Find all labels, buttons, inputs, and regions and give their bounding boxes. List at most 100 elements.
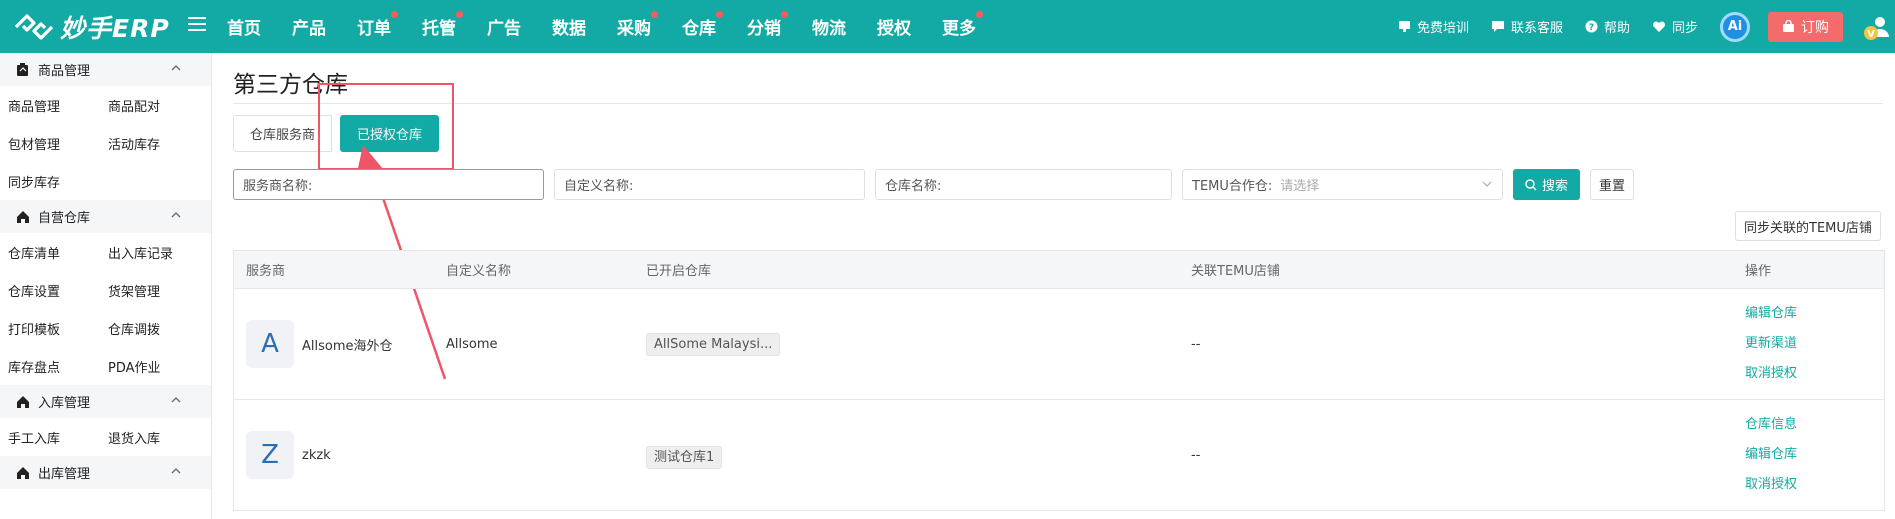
notification-dot (781, 11, 788, 18)
column-header-temu-store[interactable]: 关联TEMU店铺 (1191, 260, 1280, 279)
nav-item-purchase[interactable]: 采购 (617, 11, 658, 39)
column-header-custom-name[interactable]: 自定义名称 (446, 260, 511, 279)
nav-item-authorization[interactable]: 授权 (877, 14, 911, 39)
temu-warehouse-select[interactable]: TEMU合作仓: 请选择 (1182, 169, 1503, 200)
column-header-provider[interactable]: 服务商 (246, 260, 285, 279)
top-navbar: 妙手ERP 首页 产品 订单 托管 广告 数据 采购 仓库 分销 物流 授权 更… (0, 0, 1895, 53)
free-training-link[interactable]: 免费培训 (1398, 17, 1469, 36)
sidebar-item-manual-inbound[interactable]: 手工入库 (0, 428, 100, 447)
provider-name-input[interactable]: 服务商名称: (233, 169, 544, 200)
custom-name-cell: Allsome (446, 336, 498, 352)
nav-item-logistics[interactable]: 物流 (812, 14, 846, 39)
help-icon: ? (1585, 20, 1598, 33)
nav-item-warehouse[interactable]: 仓库 (682, 11, 723, 39)
chevron-down-icon (1482, 181, 1492, 187)
ai-assistant-button[interactable]: Ai (1720, 11, 1750, 42)
menu-toggle-icon[interactable] (188, 17, 206, 33)
column-header-actions: 操作 (1745, 264, 1772, 279)
provider-avatar: Z (246, 431, 294, 479)
notification-dot (651, 11, 658, 18)
sidebar-item-return-inbound[interactable]: 退货入库 (100, 428, 200, 447)
notification-dot (391, 11, 398, 18)
temu-store-cell: -- (1191, 336, 1201, 352)
chevron-up-icon (171, 212, 181, 218)
nav-item-hosting[interactable]: 托管 (422, 11, 463, 39)
logo-mark-icon (12, 10, 56, 44)
enabled-warehouse-cell: 测试仓库1 (646, 445, 723, 469)
edit-warehouse-link[interactable]: 编辑仓库 (1745, 440, 1797, 470)
notification-dot (976, 11, 983, 18)
sidebar-item-product-pairing[interactable]: 商品配对 (100, 96, 200, 115)
sidebar-item-stocktaking[interactable]: 库存盘点 (0, 357, 100, 376)
chevron-up-icon (171, 65, 181, 71)
provider-avatar: A (246, 320, 294, 368)
edit-warehouse-link[interactable]: 编辑仓库 (1745, 299, 1797, 329)
provider-name: zkzk (302, 447, 331, 463)
chevron-up-icon (171, 397, 181, 403)
home-icon (17, 466, 29, 479)
sidebar-group-product-management[interactable]: 商品管理 (0, 53, 211, 86)
warehouse-tag: AllSome Malaysi... (646, 332, 781, 356)
revoke-authorization-link[interactable]: 取消授权 (1745, 470, 1797, 500)
training-icon (1398, 21, 1410, 32)
reset-button[interactable]: 重置 (1590, 169, 1634, 200)
filter-bar: 服务商名称: 自定义名称: 仓库名称: TEMU合作仓: 请选择 搜索 重置 (233, 169, 1634, 200)
nav-item-ads[interactable]: 广告 (487, 14, 521, 39)
actions-cell: 编辑仓库 更新渠道 取消授权 (1745, 299, 1797, 389)
search-icon (1525, 178, 1537, 190)
nav-item-more[interactable]: 更多 (942, 11, 983, 39)
nav-item-products[interactable]: 产品 (292, 14, 326, 39)
sync-icon (1652, 21, 1665, 32)
notification-dot (716, 11, 723, 18)
svg-text:V: V (1867, 29, 1875, 40)
user-avatar[interactable]: V (1863, 13, 1891, 41)
warehouse-table: 服务商 自定义名称 已开启仓库 关联TEMU店铺 操作 A Allsome海外仓… (233, 250, 1885, 511)
sidebar-group-own-warehouse[interactable]: 自营仓库 (0, 200, 211, 233)
sidebar-item-sync-stock[interactable]: 同步库存 (0, 172, 100, 191)
sidebar-group-outbound[interactable]: 出库管理 (0, 456, 211, 489)
sidebar: 商品管理 商品管理 商品配对 包材管理 活动库存 同步库存 自营仓库 仓库清单 出入库… (0, 53, 212, 519)
sidebar-item-promo-stock[interactable]: 活动库存 (100, 134, 200, 153)
warehouse-name-input[interactable]: 仓库名称: (875, 169, 1172, 200)
sidebar-item-warehouse-settings[interactable]: 仓库设置 (0, 281, 100, 300)
svg-text:?: ? (1589, 23, 1594, 33)
sidebar-item-packaging[interactable]: 包材管理 (0, 134, 100, 153)
sidebar-item-warehouse-transfer[interactable]: 仓库调拨 (100, 319, 200, 338)
sidebar-item-print-templates[interactable]: 打印模板 (0, 319, 100, 338)
help-link[interactable]: ? 帮助 (1585, 17, 1630, 36)
nav-item-home[interactable]: 首页 (227, 14, 261, 39)
table-row: A Allsome海外仓 Allsome AllSome Malaysi... … (234, 289, 1884, 400)
update-channel-link[interactable]: 更新渠道 (1745, 329, 1797, 359)
sidebar-item-warehouse-list[interactable]: 仓库清单 (0, 243, 100, 262)
home-icon (17, 395, 29, 408)
clipboard-icon (17, 62, 28, 76)
nav-item-orders[interactable]: 订单 (357, 11, 398, 39)
sidebar-item-stock-records[interactable]: 出入库记录 (100, 243, 200, 262)
revoke-authorization-link[interactable]: 取消授权 (1745, 359, 1797, 389)
search-button[interactable]: 搜索 (1513, 169, 1580, 200)
nav-item-data[interactable]: 数据 (552, 14, 586, 39)
custom-name-input[interactable]: 自定义名称: (554, 169, 865, 200)
table-row: Z zkzk 测试仓库1 -- 仓库信息 编辑仓库 取消授权 (234, 400, 1884, 511)
sidebar-item-pda[interactable]: PDA作业 (100, 357, 200, 376)
main-nav: 首页 产品 订单 托管 广告 数据 采购 仓库 分销 物流 授权 更多 (227, 0, 1007, 53)
column-header-enabled-warehouse[interactable]: 已开启仓库 (646, 260, 711, 279)
brand-logo[interactable]: 妙手ERP (12, 10, 170, 44)
order-button[interactable]: 订购 (1768, 11, 1843, 42)
sync-temu-stores-button[interactable]: 同步关联的TEMU店铺 (1735, 211, 1881, 241)
chevron-up-icon (171, 468, 181, 474)
provider-cell: A Allsome海外仓 (246, 320, 393, 368)
sidebar-item-shelf-management[interactable]: 货架管理 (100, 281, 200, 300)
sidebar-group-inbound[interactable]: 入库管理 (0, 385, 211, 418)
sidebar-item-product-management[interactable]: 商品管理 (0, 96, 100, 115)
main-content: 第三方仓库 仓库服务商 已授权仓库 服务商名称: 自定义名称: 仓库名称: TE… (233, 53, 1895, 519)
warehouse-info-link[interactable]: 仓库信息 (1745, 410, 1797, 440)
contact-support-link[interactable]: 联系客服 (1491, 17, 1563, 36)
nav-item-distribution[interactable]: 分销 (747, 11, 788, 39)
select-placeholder: 请选择 (1280, 179, 1320, 194)
enabled-warehouse-cell: AllSome Malaysi... (646, 332, 781, 356)
nav-right-tools: 免费培训 联系客服 ? 帮助 同步 Ai 订购 V (1398, 0, 1895, 53)
brand-name: 妙手ERP (60, 14, 170, 43)
sync-link[interactable]: 同步 (1652, 17, 1698, 36)
home-icon (17, 210, 29, 223)
